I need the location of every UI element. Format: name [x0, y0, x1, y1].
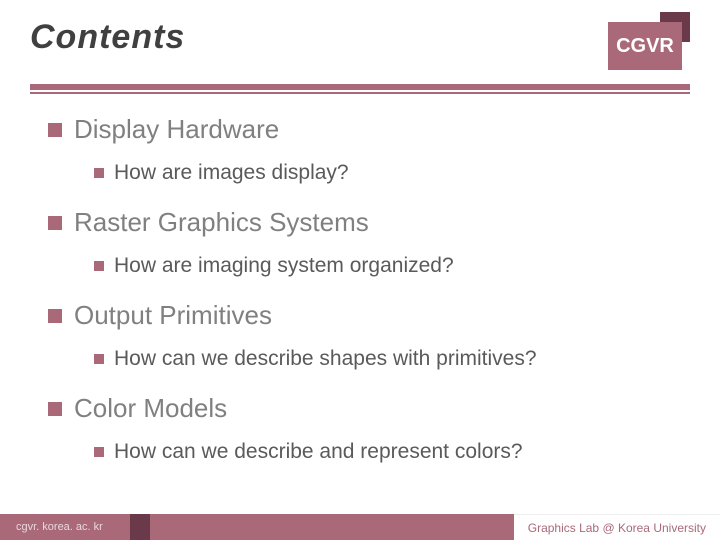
sub-text: How are images display? [114, 161, 349, 185]
footer-accent [130, 514, 150, 540]
square-bullet-icon [94, 168, 104, 178]
divider-thick [30, 84, 690, 90]
sub-item: How are images display? [94, 161, 690, 185]
footer-credit: Graphics Lab @ Korea University [514, 514, 720, 540]
sub-text: How can we describe and represent colors… [114, 440, 523, 464]
footer-bar [130, 514, 514, 540]
item-head: Display Hardware [48, 114, 690, 145]
item-title: Color Models [74, 393, 227, 424]
item-title: Raster Graphics Systems [74, 207, 369, 238]
badge: CGVR [600, 18, 690, 78]
item-head: Raster Graphics Systems [48, 207, 690, 238]
footer-fill [150, 514, 514, 540]
square-bullet-icon [48, 402, 62, 416]
list-item: Raster Graphics Systems How are imaging … [48, 207, 690, 278]
sub-item: How can we describe and represent colors… [94, 440, 690, 464]
list-item: Output Primitives How can we describe sh… [48, 300, 690, 371]
content: Display Hardware How are images display?… [0, 94, 720, 464]
item-head: Output Primitives [48, 300, 690, 331]
square-bullet-icon [48, 123, 62, 137]
item-title: Display Hardware [74, 114, 279, 145]
square-bullet-icon [94, 447, 104, 457]
item-title: Output Primitives [74, 300, 272, 331]
divider-thin [30, 92, 690, 94]
square-bullet-icon [48, 216, 62, 230]
footer-url: cgvr. korea. ac. kr [0, 514, 130, 540]
header: Contents CGVR [0, 0, 720, 94]
square-bullet-icon [48, 309, 62, 323]
title-row: Contents CGVR [30, 18, 690, 78]
page-title: Contents [30, 18, 185, 57]
square-bullet-icon [94, 261, 104, 271]
sub-item: How can we describe shapes with primitiv… [94, 347, 690, 371]
item-head: Color Models [48, 393, 690, 424]
footer: cgvr. korea. ac. kr Graphics Lab @ Korea… [0, 514, 720, 540]
list-item: Color Models How can we describe and rep… [48, 393, 690, 464]
square-bullet-icon [94, 354, 104, 364]
badge-label: CGVR [608, 22, 682, 70]
sub-text: How can we describe shapes with primitiv… [114, 347, 537, 371]
sub-item: How are imaging system organized? [94, 254, 690, 278]
list-item: Display Hardware How are images display? [48, 114, 690, 185]
sub-text: How are imaging system organized? [114, 254, 454, 278]
